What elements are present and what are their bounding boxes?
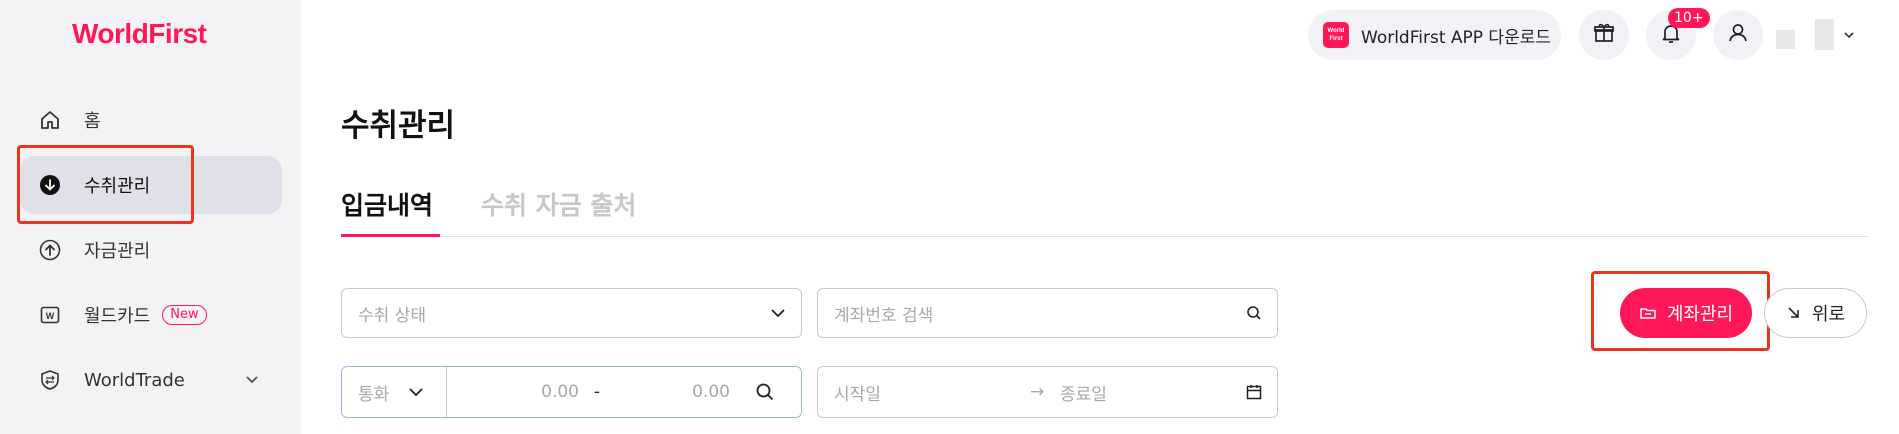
currency-placeholder: 통화	[358, 384, 390, 405]
new-badge: New	[162, 305, 207, 325]
arrow-down-right-icon	[1786, 305, 1802, 321]
app-logo-icon: World First	[1323, 22, 1349, 48]
account-menu-placeholder[interactable]	[1815, 19, 1834, 50]
amount-separator: -	[593, 382, 601, 402]
chevron-down-icon	[755, 304, 801, 322]
account-search-placeholder: 계좌번호 검색	[834, 305, 934, 326]
svg-text:W: W	[46, 311, 55, 321]
move-up-label: 위로	[1811, 304, 1846, 325]
folder-icon	[1639, 304, 1657, 322]
account-manage-button[interactable]: 계좌관리	[1620, 288, 1752, 338]
sidebar-item-label: WorldTrade	[84, 369, 185, 391]
sidebar-item-world-card[interactable]: W 월드카드 New	[20, 286, 282, 344]
move-up-button[interactable]: 위로	[1764, 288, 1867, 338]
gift-button[interactable]	[1579, 10, 1629, 60]
date-range-picker[interactable]: 시작일 → 종료일	[817, 366, 1278, 418]
status-select-placeholder: 수취 상태	[358, 305, 426, 326]
user-name-placeholder	[1776, 30, 1795, 49]
status-select[interactable]: 수취 상태	[341, 288, 802, 338]
user-icon	[1726, 21, 1750, 49]
gift-icon	[1592, 21, 1616, 49]
arrow-right-icon: →	[1030, 382, 1045, 402]
chevron-down-icon[interactable]	[244, 371, 260, 392]
search-icon[interactable]	[730, 382, 800, 402]
app-download-label: WorldFirst APP 다운로드	[1361, 27, 1551, 48]
notification-button[interactable]: 10+	[1646, 8, 1710, 60]
sidebar-item-home[interactable]: 홈	[20, 91, 282, 149]
sidebar-item-label: 수취관리	[84, 176, 151, 197]
search-icon[interactable]	[1231, 305, 1277, 321]
worldfirst-logo[interactable]: WorldFirst	[72, 18, 207, 50]
card-w-icon: W	[38, 303, 62, 327]
profile-button[interactable]	[1713, 10, 1763, 60]
active-tab-underline	[341, 234, 440, 237]
shield-icon	[38, 368, 62, 392]
currency-amount-filter: 통화 0.00 - 0.00	[341, 366, 802, 418]
notification-count-badge: 10+	[1668, 8, 1710, 28]
app-download-button[interactable]: World First WorldFirst APP 다운로드	[1308, 10, 1561, 60]
account-search-input[interactable]: 계좌번호 검색	[817, 288, 1278, 338]
tab-deposit-history[interactable]: 입금내역	[341, 186, 433, 222]
chevron-down-icon	[407, 383, 425, 401]
sidebar: WorldFirst 홈 수취관리 자금관리 W 월드카드 New WorldT…	[0, 0, 301, 434]
start-date-input[interactable]: 시작일	[818, 380, 1030, 405]
sidebar-item-worldtrade[interactable]: WorldTrade	[20, 351, 282, 409]
amount-min-input[interactable]: 0.00	[447, 382, 579, 402]
account-manage-label: 계좌관리	[1666, 304, 1734, 325]
amount-max-input[interactable]: 0.00	[615, 382, 730, 402]
sidebar-item-receive-management[interactable]: 수취관리	[20, 156, 282, 214]
sidebar-item-label: 홈	[84, 111, 101, 132]
arrow-up-circle-icon	[38, 238, 62, 262]
home-icon	[38, 108, 62, 132]
arrow-down-circle-icon	[38, 173, 62, 197]
sidebar-item-label: 자금관리	[84, 241, 151, 262]
chevron-down-icon[interactable]	[1842, 27, 1856, 46]
end-date-input[interactable]: 종료일	[1060, 380, 1231, 405]
sidebar-item-fund-management[interactable]: 자금관리	[20, 221, 282, 279]
tab-divider	[341, 236, 1868, 237]
sidebar-item-label: 월드카드	[84, 306, 151, 327]
page-title: 수취관리	[341, 108, 456, 144]
currency-select[interactable]: 통화	[342, 367, 447, 417]
tab-fund-source[interactable]: 수취 자금 출처	[481, 186, 636, 222]
calendar-icon[interactable]	[1231, 383, 1277, 401]
